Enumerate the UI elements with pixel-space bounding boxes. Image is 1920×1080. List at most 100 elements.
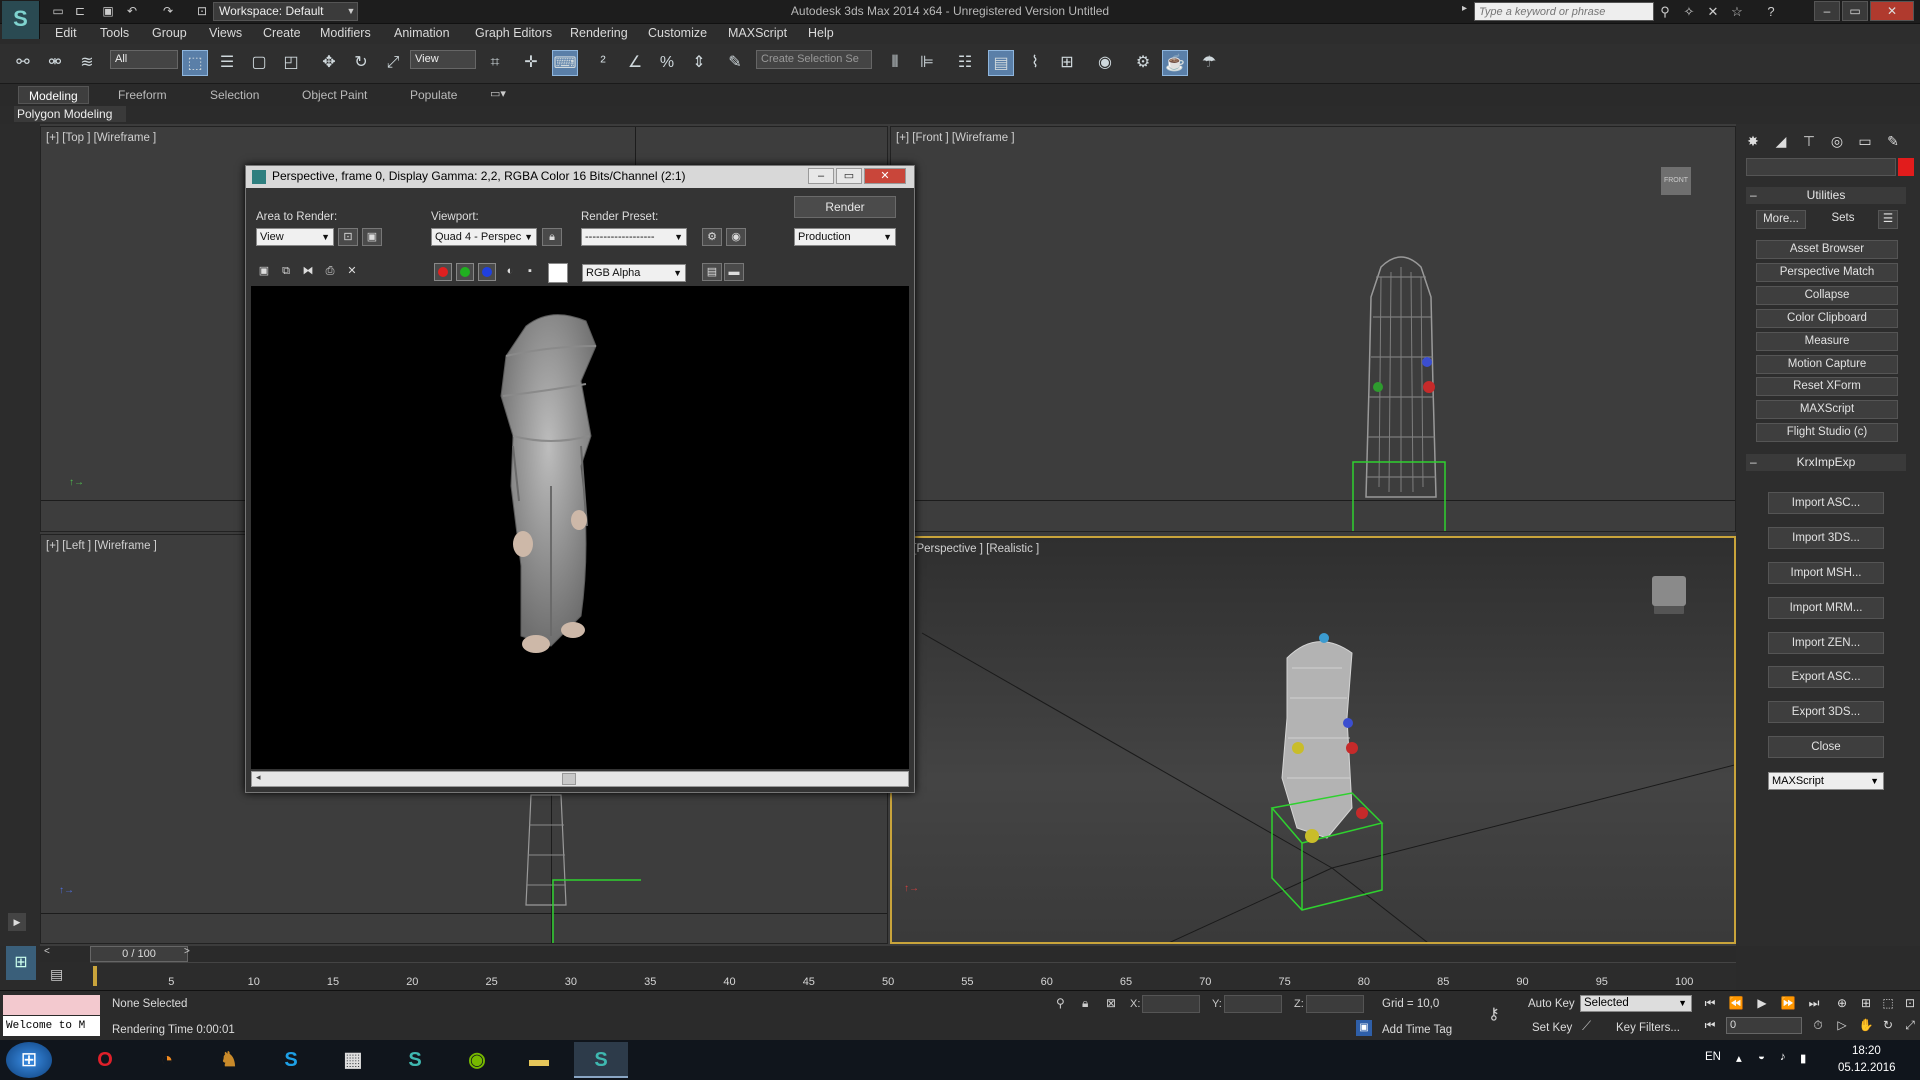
previous-key-icon[interactable]: ⏪ <box>1726 994 1746 1012</box>
auto-key-button[interactable]: Auto Key <box>1528 998 1575 1010</box>
snaps-toggle-icon[interactable]: ² <box>590 50 616 76</box>
menu-customize[interactable]: Customize <box>648 26 707 40</box>
export-asc-button[interactable]: Export ASC... <box>1768 666 1884 688</box>
green-channel-toggle[interactable] <box>456 263 474 281</box>
language-indicator[interactable]: EN <box>1705 1051 1721 1063</box>
default-tangent-icon[interactable]: ⟋ <box>1582 1018 1591 1034</box>
viewport-label-top[interactable]: [+] [Top ] [Wireframe ] <box>46 132 156 144</box>
environment-effects-icon[interactable]: ◉ <box>726 228 746 246</box>
binoculars-icon[interactable]: ⚲ <box>1656 3 1674 21</box>
set-key-button[interactable]: Set Key <box>1532 1022 1572 1034</box>
communication-center-icon[interactable]: ✕ <box>1704 3 1722 21</box>
render-setup-icon[interactable]: ⚙ <box>702 228 722 246</box>
time-configuration-icon[interactable]: ⏱ <box>1808 1016 1828 1034</box>
time-slider-thumb[interactable]: 0 / 100 <box>90 946 188 962</box>
clock-time[interactable]: 18:20 <box>1852 1045 1881 1057</box>
play-icon[interactable]: ▶ <box>1752 994 1772 1012</box>
select-object-icon[interactable]: ⬚ <box>182 50 208 76</box>
bind-space-warp-icon[interactable]: ≋ <box>74 50 100 76</box>
edit-region-icon[interactable]: ⊡ <box>338 228 358 246</box>
graphite-toolset-icon[interactable]: ▤ <box>988 50 1014 76</box>
horizontal-scrollbar[interactable]: ◂ <box>251 771 909 787</box>
render-setup-icon[interactable]: ⚙ <box>1130 50 1156 76</box>
maxscript-mini-listener[interactable] <box>3 995 100 1015</box>
tray-expand-icon[interactable]: ▴ <box>1736 1051 1742 1065</box>
utility-maxscript[interactable]: MAXScript <box>1756 400 1898 419</box>
set-key-mode-icon[interactable]: ⚷ <box>1488 1004 1500 1024</box>
project-folder-icon[interactable]: ⊡ <box>194 3 210 19</box>
search-input-wrapper[interactable] <box>1474 2 1654 21</box>
app-menu-logo-icon[interactable]: S <box>2 1 40 39</box>
alpha-channel-icon[interactable]: ◐ <box>500 263 520 281</box>
auto-region-icon[interactable]: ▣ <box>362 228 382 246</box>
menu-views[interactable]: Views <box>209 26 242 40</box>
configure-sets-icon[interactable]: ☰ <box>1878 210 1898 229</box>
rotate-icon[interactable]: ↻ <box>348 50 374 76</box>
lock-viewport-icon[interactable]: 🔒︎ <box>542 228 562 246</box>
import-3ds-button[interactable]: Import 3DS... <box>1768 527 1884 549</box>
clone-window-icon[interactable]: ⧓ <box>298 263 318 281</box>
copy-image-icon[interactable]: ⧉ <box>276 263 296 281</box>
utility-perspective-match[interactable]: Perspective Match <box>1756 263 1898 282</box>
menu-group[interactable]: Group <box>152 26 187 40</box>
current-frame-field[interactable]: 0 <box>1726 1017 1802 1034</box>
viewport-label-left[interactable]: [+] [Left ] [Wireframe ] <box>46 540 157 552</box>
tab-selection[interactable]: Selection <box>200 86 269 104</box>
utility-asset-browser[interactable]: Asset Browser <box>1756 240 1898 259</box>
minimize-button[interactable]: – <box>1814 1 1840 21</box>
select-by-name-icon[interactable]: ☰ <box>214 50 240 76</box>
unlink-icon[interactable]: ⚮ <box>42 50 68 76</box>
opera-icon[interactable]: O <box>78 1042 132 1078</box>
import-asc-button[interactable]: Import ASC... <box>1768 492 1884 514</box>
scroll-left-icon[interactable]: ◂ <box>256 772 261 783</box>
menu-help[interactable]: Help <box>808 26 834 40</box>
go-to-end-icon[interactable]: ⏭ <box>1804 994 1824 1012</box>
object-color-swatch[interactable] <box>1898 158 1914 176</box>
y-coord-field[interactable] <box>1224 995 1282 1013</box>
rendered-frame-window-icon[interactable]: ☕ <box>1162 50 1188 76</box>
export-3ds-button[interactable]: Export 3DS... <box>1768 701 1884 723</box>
create-tab-icon[interactable]: ✸ <box>1742 130 1764 152</box>
search-input[interactable] <box>1479 6 1649 18</box>
material-editor-icon[interactable]: ◉ <box>1092 50 1118 76</box>
red-channel-toggle[interactable] <box>434 263 452 281</box>
selection-filter-dropdown[interactable]: All <box>110 50 178 69</box>
undo-icon[interactable]: ↶ <box>124 3 140 19</box>
spinner-snap-icon[interactable]: ⇕ <box>686 50 712 76</box>
krximpexp-rollout-header[interactable]: – KrxImpExp <box>1746 454 1906 471</box>
viewport-front[interactable]: [+] [Front ] [Wireframe ] FRONT <box>890 126 1736 532</box>
redo-icon[interactable]: ↷ <box>160 3 176 19</box>
previous-frame-icon[interactable]: < <box>44 946 50 957</box>
add-time-tag-icon[interactable]: ▣ <box>1356 1020 1372 1036</box>
favorites-star-icon[interactable]: ☆ <box>1728 3 1746 21</box>
media-player-icon[interactable]: ▦ <box>326 1042 380 1078</box>
add-time-tag-button[interactable]: Add Time Tag <box>1382 1024 1452 1036</box>
menu-animation[interactable]: Animation <box>394 26 450 40</box>
keyboard-shortcut-override-icon[interactable]: ⌨ <box>552 50 578 76</box>
utilities-tab-icon[interactable]: ✎ <box>1882 130 1904 152</box>
viewport-perspective[interactable]: [+] [Perspective ] [Realistic ] ↑→ <box>890 536 1736 944</box>
3dsmax-running-icon[interactable]: S <box>574 1042 628 1078</box>
move-icon[interactable]: ✥ <box>316 50 342 76</box>
zoom-extents-icon[interactable]: ⬚ <box>1878 994 1898 1012</box>
tab-modeling[interactable]: Modeling <box>18 86 89 104</box>
isolate-selection-icon[interactable]: ⚲ <box>1056 996 1065 1010</box>
utility-flight-studio[interactable]: Flight Studio (c) <box>1756 423 1898 442</box>
ribbon-options-icon[interactable]: ▭▾ <box>490 87 506 100</box>
edit-named-selection-icon[interactable]: ✎ <box>722 50 748 76</box>
modify-tab-icon[interactable]: ◢ <box>1770 130 1792 152</box>
skype-icon[interactable]: S <box>264 1042 318 1078</box>
clear-image-icon[interactable]: ✕ <box>342 263 362 281</box>
angle-snap-icon[interactable]: ∠ <box>622 50 648 76</box>
pivot-center-icon[interactable]: ⌗ <box>482 50 508 76</box>
tray-app-icon[interactable]: ◒ <box>1758 1051 1765 1063</box>
x-coord-field[interactable] <box>1142 995 1200 1013</box>
viewcube-perspective[interactable] <box>1652 576 1686 606</box>
search-expand-icon[interactable]: ▸ <box>1462 3 1467 14</box>
nvidia-icon[interactable]: ◉ <box>450 1042 504 1078</box>
reference-coordinate-dropdown[interactable]: View <box>410 50 476 69</box>
scale-icon[interactable]: ⤢ <box>380 50 406 76</box>
key-filters-button[interactable]: Key Filters... <box>1616 1022 1680 1034</box>
render-window-maximize-button[interactable]: ▭ <box>836 168 862 184</box>
named-selection-dropdown[interactable]: Create Selection Se <box>756 50 872 69</box>
